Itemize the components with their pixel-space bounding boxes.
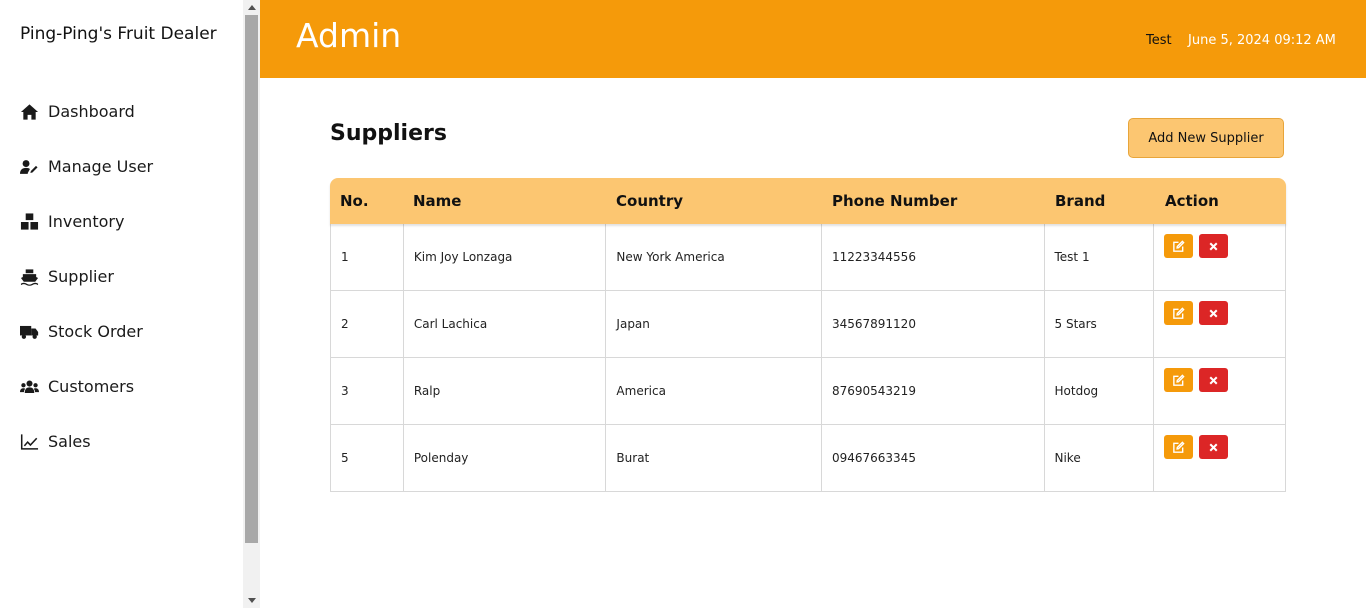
edit-button[interactable] <box>1164 301 1194 325</box>
header-username: Test <box>1146 33 1172 48</box>
cell-actions <box>1154 358 1285 424</box>
cell-phone: 11223344556 <box>822 224 1045 290</box>
sidebar-item-label: Sales <box>48 432 91 451</box>
cell-no: 3 <box>331 358 404 424</box>
edit-button[interactable] <box>1164 435 1194 459</box>
cell-country: New York America <box>606 224 822 290</box>
add-new-supplier-button[interactable]: Add New Supplier <box>1128 118 1284 158</box>
sidebar-item-customers[interactable]: Customers <box>0 359 243 414</box>
cell-actions <box>1154 224 1285 290</box>
edit-icon <box>1173 373 1185 386</box>
page-title: Suppliers <box>330 121 447 146</box>
column-header-name: Name <box>413 192 462 210</box>
edit-icon <box>1173 306 1185 319</box>
sidebar-item-manage-user[interactable]: Manage User <box>0 139 243 194</box>
cell-actions <box>1154 425 1285 491</box>
close-icon <box>1209 309 1218 317</box>
cell-actions <box>1154 291 1285 357</box>
edit-button[interactable] <box>1164 234 1194 258</box>
sidebar-nav: Dashboard Manage User Inventory Supplier… <box>0 84 243 469</box>
sidebar-item-label: Supplier <box>48 267 114 286</box>
suppliers-table: No. Name Country Phone Number Brand Acti… <box>330 178 1286 492</box>
column-header-action: Action <box>1165 192 1219 210</box>
sidebar-item-dashboard[interactable]: Dashboard <box>0 84 243 139</box>
scroll-down-arrow-icon[interactable] <box>243 593 260 608</box>
sidebar-item-label: Manage User <box>48 157 154 176</box>
cell-phone: 09467663345 <box>822 425 1045 491</box>
sidebar-item-inventory[interactable]: Inventory <box>0 194 243 249</box>
cell-name: Carl Lachica <box>404 291 607 357</box>
cell-brand: Nike <box>1045 425 1155 491</box>
users-icon <box>20 377 42 397</box>
cell-country: Burat <box>606 425 822 491</box>
top-header: Admin Test June 5, 2024 09:12 AM <box>260 0 1366 78</box>
boxes-icon <box>20 212 42 232</box>
close-icon <box>1209 443 1218 451</box>
sidebar-item-sales[interactable]: Sales <box>0 414 243 469</box>
edit-icon <box>1173 440 1185 453</box>
cell-brand: 5 Stars <box>1045 291 1155 357</box>
table-row: 2 Carl Lachica Japan 34567891120 5 Stars <box>330 291 1286 358</box>
close-icon <box>1209 376 1218 384</box>
column-header-country: Country <box>616 192 684 210</box>
cell-brand: Test 1 <box>1045 224 1155 290</box>
cell-no: 1 <box>331 224 404 290</box>
chart-line-icon <box>20 432 42 452</box>
sidebar-item-label: Customers <box>48 377 135 396</box>
column-header-no: No. <box>340 192 369 210</box>
column-header-brand: Brand <box>1055 192 1106 210</box>
cell-country: Japan <box>606 291 822 357</box>
sidebar-scrollbar[interactable] <box>243 0 260 608</box>
close-icon <box>1209 242 1218 250</box>
ship-icon <box>20 267 42 287</box>
cell-name: Kim Joy Lonzaga <box>404 224 607 290</box>
cell-country: America <box>606 358 822 424</box>
truck-icon <box>20 322 42 342</box>
table-row: 3 Ralp America 87690543219 Hotdog <box>330 358 1286 425</box>
delete-button[interactable] <box>1199 234 1229 258</box>
cell-phone: 87690543219 <box>822 358 1045 424</box>
page-header-title: Admin <box>296 16 402 55</box>
scroll-up-arrow-icon[interactable] <box>243 0 260 15</box>
cell-name: Polenday <box>404 425 607 491</box>
delete-button[interactable] <box>1199 368 1229 392</box>
table-row: 1 Kim Joy Lonzaga New York America 11223… <box>330 224 1286 291</box>
sidebar-item-label: Stock Order <box>48 322 143 341</box>
delete-button[interactable] <box>1199 435 1229 459</box>
brand-title: Ping-Ping's Fruit Dealer <box>20 24 217 44</box>
sidebar-item-label: Dashboard <box>48 102 135 121</box>
header-datetime: June 5, 2024 09:12 AM <box>1188 33 1336 48</box>
sidebar-item-stock-order[interactable]: Stock Order <box>0 304 243 359</box>
cell-brand: Hotdog <box>1045 358 1155 424</box>
edit-icon <box>1173 239 1185 252</box>
column-header-phone: Phone Number <box>832 192 958 210</box>
sidebar-item-label: Inventory <box>48 212 125 231</box>
table-header: No. Name Country Phone Number Brand Acti… <box>330 178 1286 224</box>
home-icon <box>20 102 42 122</box>
cell-name: Ralp <box>404 358 607 424</box>
delete-button[interactable] <box>1199 301 1229 325</box>
user-edit-icon <box>20 157 42 177</box>
cell-no: 2 <box>331 291 404 357</box>
scrollbar-thumb[interactable] <box>245 15 258 543</box>
cell-phone: 34567891120 <box>822 291 1045 357</box>
edit-button[interactable] <box>1164 368 1194 392</box>
sidebar: Ping-Ping's Fruit Dealer Dashboard Manag… <box>0 0 243 608</box>
sidebar-item-supplier[interactable]: Supplier <box>0 249 243 304</box>
table-row: 5 Polenday Burat 09467663345 Nike <box>330 425 1286 492</box>
cell-no: 5 <box>331 425 404 491</box>
